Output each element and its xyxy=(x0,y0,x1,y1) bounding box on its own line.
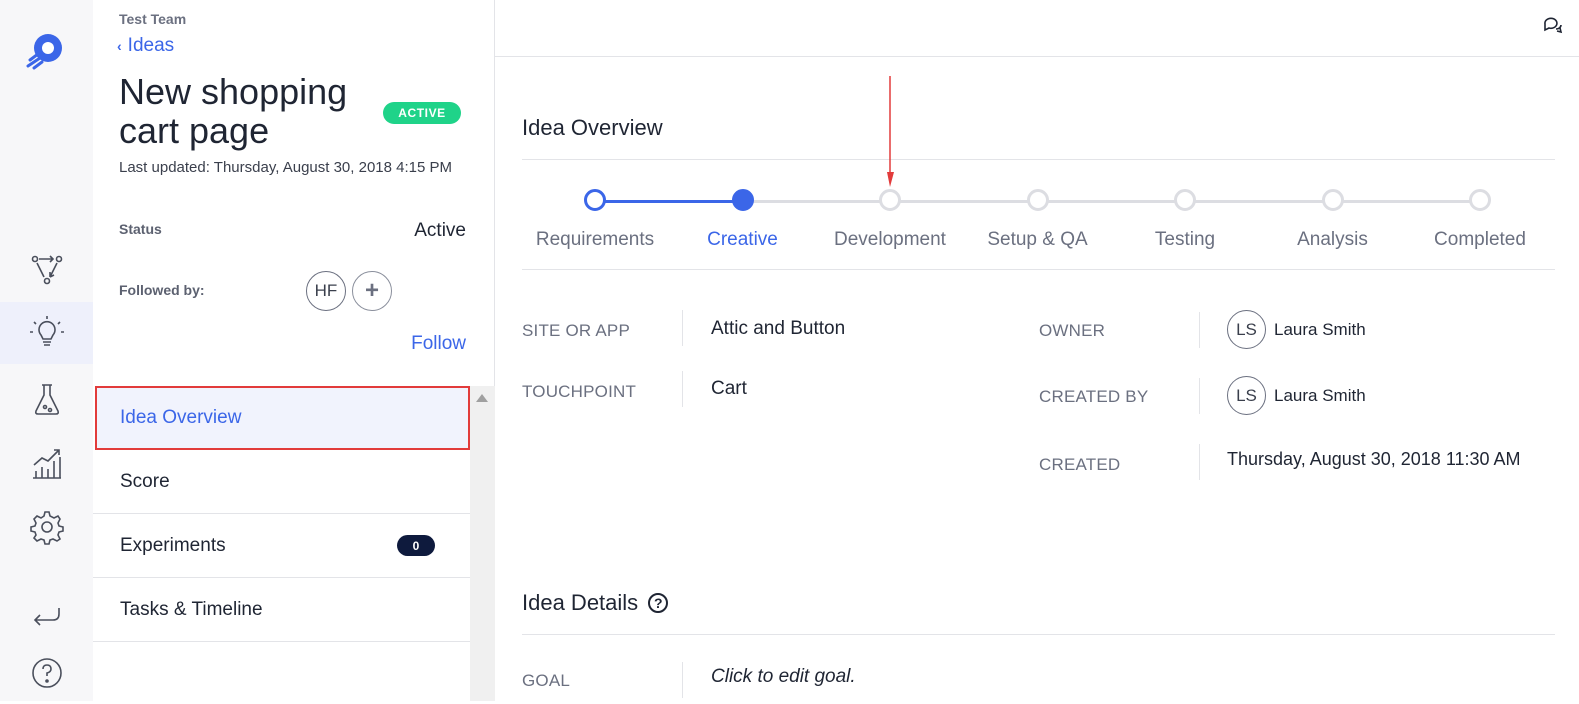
back-to-ideas-link[interactable]: ‹ Ideas xyxy=(117,35,174,57)
menu-item-score[interactable]: Score xyxy=(93,450,470,514)
step-label: Testing xyxy=(1154,229,1216,250)
status-label: Status xyxy=(119,221,162,237)
divider xyxy=(682,310,683,346)
help-icon[interactable] xyxy=(0,642,93,704)
owner-avatar: LS xyxy=(1227,310,1266,349)
step-completed[interactable]: Completed xyxy=(1405,188,1555,251)
site-or-app-value[interactable]: Attic and Button xyxy=(711,318,845,340)
step-label: Requirements xyxy=(535,229,655,250)
follow-link[interactable]: Follow xyxy=(411,333,466,355)
main-content: Idea Overview Requirements Creative Develo… xyxy=(495,0,1579,701)
goal-label: GOAL xyxy=(522,671,571,690)
top-bar xyxy=(495,0,1579,57)
divider xyxy=(682,662,683,698)
step-testing[interactable]: Testing xyxy=(1110,188,1260,251)
step-development[interactable]: Development xyxy=(815,188,965,251)
flask-icon[interactable] xyxy=(0,368,93,430)
question-circle-icon[interactable]: ? xyxy=(648,593,669,613)
follower-avatar[interactable]: HF xyxy=(306,271,346,311)
step-dot xyxy=(584,189,606,211)
rocket-logo-icon[interactable] xyxy=(24,30,66,72)
created-by-label: CREATED BY xyxy=(1039,387,1149,406)
menu-item-label: Tasks & Timeline xyxy=(120,598,263,620)
step-analysis[interactable]: Analysis xyxy=(1258,188,1408,251)
chevron-left-icon: ‹ xyxy=(117,38,122,54)
created-by-avatar: LS xyxy=(1227,376,1266,415)
idea-overview-heading: Idea Overview xyxy=(522,115,663,140)
created-by-person[interactable]: LS Laura Smith xyxy=(1227,376,1366,415)
divider xyxy=(522,634,1555,635)
menu-scrollbar[interactable] xyxy=(470,386,495,701)
step-label: Development xyxy=(834,229,946,250)
add-follower-button[interactable]: + xyxy=(352,271,392,311)
last-updated: Last updated: Thursday, August 30, 2018 … xyxy=(119,159,453,176)
idea-details-title: Idea Details xyxy=(522,590,639,615)
created-value: Thursday, August 30, 2018 11:30 AM xyxy=(1227,449,1521,469)
owner-label: OWNER xyxy=(1039,321,1106,340)
divider xyxy=(682,371,683,407)
step-label: Analysis xyxy=(1297,229,1368,250)
divider xyxy=(1199,444,1200,480)
team-name: Test Team xyxy=(119,11,187,27)
menu-item-tasks-timeline[interactable]: Tasks & Timeline xyxy=(93,578,470,642)
step-label: Creative xyxy=(707,229,778,250)
site-or-app-label: SITE OR APP xyxy=(522,321,631,340)
step-dot xyxy=(1026,189,1049,211)
touchpoint-label: TOUCHPOINT xyxy=(522,382,637,401)
idea-sidebar: Test Team ‹ Ideas New shopping cart page… xyxy=(93,0,495,701)
return-icon[interactable] xyxy=(0,585,93,647)
menu-item-idea-overview[interactable]: Idea Overview xyxy=(95,386,470,450)
divider xyxy=(1199,378,1200,414)
step-requirements[interactable]: Requirements xyxy=(520,188,670,251)
lightbulb-icon[interactable] xyxy=(0,302,93,364)
step-label: Setup & QA xyxy=(987,229,1088,250)
divider xyxy=(1199,312,1200,348)
status-badge: ACTIVE xyxy=(383,102,461,124)
step-label: Completed xyxy=(1434,229,1526,250)
progress-stepper: Requirements Creative Development Setup & Q… xyxy=(522,188,1555,258)
created-label: CREATED xyxy=(1039,455,1121,474)
menu-item-label: Experiments xyxy=(120,534,226,556)
gear-icon[interactable] xyxy=(0,496,93,558)
back-label: Ideas xyxy=(127,35,175,56)
followed-by-label: Followed by: xyxy=(119,282,205,298)
menu-item-label: Idea Overview xyxy=(120,407,242,428)
owner-person[interactable]: LS Laura Smith xyxy=(1227,310,1366,349)
step-dot xyxy=(1321,189,1344,211)
step-dot xyxy=(1469,189,1491,211)
divider xyxy=(522,159,1555,160)
annotation-arrow-icon xyxy=(887,76,894,187)
goal-value[interactable]: Click to edit goal. xyxy=(711,666,856,688)
menu-item-label: Score xyxy=(120,470,170,492)
status-value[interactable]: Active xyxy=(414,220,466,242)
page-title: New shopping cart page xyxy=(119,71,348,151)
owner-name: Laura Smith xyxy=(1274,319,1366,339)
idea-details-heading: Idea Details ? xyxy=(522,590,669,616)
touchpoint-value[interactable]: Cart xyxy=(711,378,747,400)
chat-bubbles-icon[interactable] xyxy=(1543,16,1563,34)
analytics-chart-icon[interactable] xyxy=(0,432,93,494)
plus-icon: + xyxy=(364,277,379,304)
experiments-count-badge: 0 xyxy=(397,535,435,556)
created-by-name: Laura Smith xyxy=(1274,385,1366,405)
step-dot xyxy=(1174,189,1196,211)
idea-menu: Idea Overview Score Experiments 0 Tasks … xyxy=(93,386,470,642)
menu-item-experiments[interactable]: Experiments 0 xyxy=(93,514,470,578)
step-creative[interactable]: Creative xyxy=(668,188,818,251)
step-dot xyxy=(731,189,754,211)
step-setup-qa[interactable]: Setup & QA xyxy=(963,188,1113,251)
step-dot xyxy=(879,189,901,211)
scroll-up-arrow-icon[interactable] xyxy=(476,394,488,402)
divider xyxy=(522,269,1555,270)
icon-rail xyxy=(0,0,93,701)
workflow-icon[interactable] xyxy=(0,238,93,300)
